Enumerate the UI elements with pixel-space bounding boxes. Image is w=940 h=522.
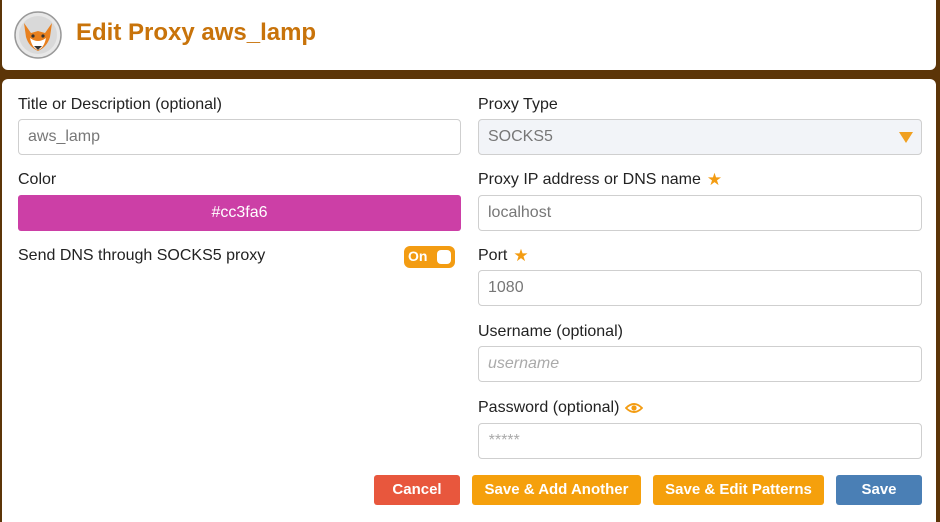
fox-logo-icon (14, 11, 62, 59)
username-label: Username (optional) (478, 323, 623, 340)
toggle-knob (437, 250, 451, 264)
dropdown-caret-icon (899, 132, 913, 143)
title-label: Title or Description (optional) (18, 96, 222, 113)
save-button[interactable]: Save (836, 475, 922, 505)
save-edit-patterns-button[interactable]: Save & Edit Patterns (653, 475, 824, 505)
edit-proxy-form: Title or Description (optional) aws_lamp… (2, 79, 936, 522)
password-label: Password (optional) (478, 399, 620, 416)
eye-icon[interactable] (625, 402, 644, 414)
proxy-type-label: Proxy Type (478, 96, 558, 113)
cancel-button[interactable]: Cancel (374, 475, 460, 505)
port-input[interactable]: 1080 (478, 270, 922, 306)
required-star-icon: ★ (513, 246, 529, 265)
dns-toggle[interactable]: On (404, 246, 455, 268)
header: Edit Proxy aws_lamp (2, 0, 936, 70)
toggle-state-label: On (408, 248, 428, 264)
proxy-type-select[interactable]: SOCKS5 (478, 119, 922, 155)
page-title: Edit Proxy aws_lamp (76, 19, 317, 46)
proxy-ip-label: Proxy IP address or DNS name (478, 171, 701, 188)
proxy-ip-input[interactable]: localhost (478, 195, 922, 231)
proxy-ip-label-row: Proxy IP address or DNS name ★ (478, 170, 722, 190)
save-add-another-button[interactable]: Save & Add Another (472, 475, 641, 505)
color-label: Color (18, 171, 57, 188)
port-label-row: Port ★ (478, 246, 529, 266)
proxy-type-value: SOCKS5 (488, 128, 553, 145)
dns-label: Send DNS through SOCKS5 proxy (18, 247, 266, 264)
title-input[interactable]: aws_lamp (18, 119, 461, 155)
color-picker[interactable]: #cc3fa6 (18, 195, 461, 231)
required-star-icon: ★ (706, 170, 723, 189)
password-input[interactable]: ***** (478, 423, 922, 459)
port-label: Port (478, 247, 508, 264)
password-label-row: Password (optional) (478, 398, 644, 418)
username-input[interactable]: username (478, 346, 922, 382)
